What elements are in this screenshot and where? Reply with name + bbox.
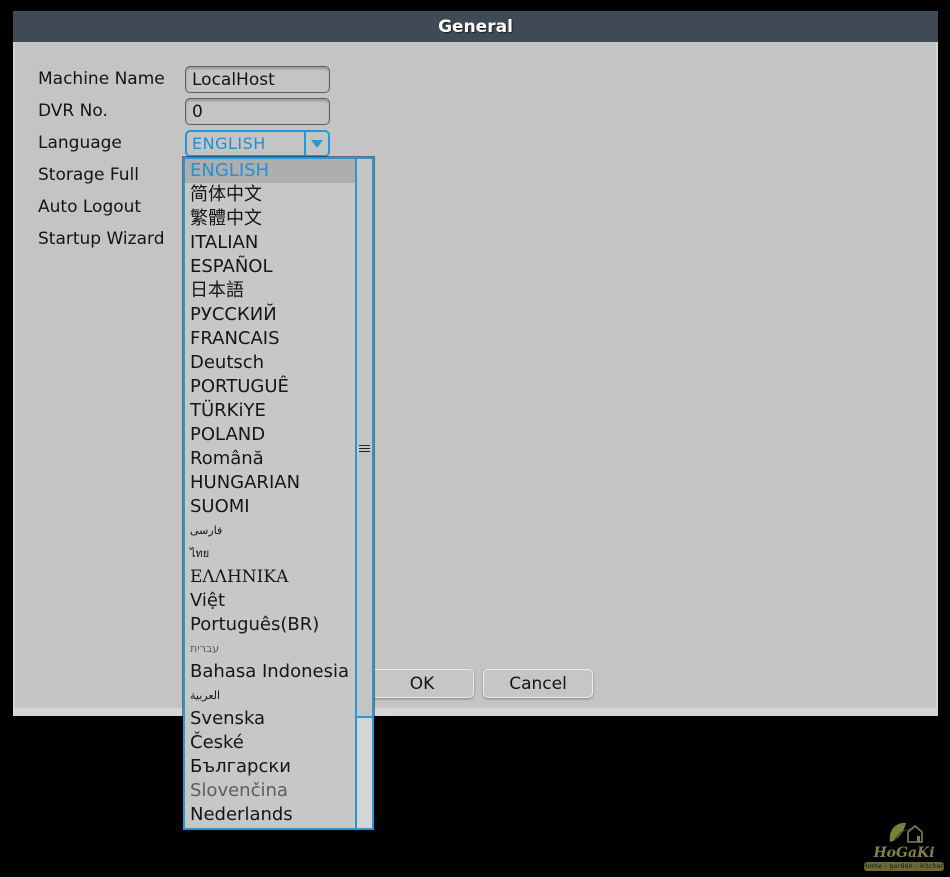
dvr-no-input[interactable] xyxy=(185,98,330,125)
watermark-banner: Home - garden - kitchen xyxy=(864,862,944,871)
language-options: ENGLISH简体中文繁體中文ITALIANESPAÑOL日本語РУССКИЙF… xyxy=(185,159,355,828)
language-option[interactable]: Svenska xyxy=(185,707,355,731)
startup-wizard-label: Startup Wizard xyxy=(38,226,164,253)
dropdown-scrollbar[interactable] xyxy=(355,159,372,828)
dropdown-scrollbar-thumb[interactable] xyxy=(357,159,372,718)
language-option[interactable]: Română xyxy=(185,447,355,471)
language-option[interactable]: HUNGARIAN xyxy=(185,471,355,495)
language-select-value: ENGLISH xyxy=(187,134,304,153)
language-option[interactable]: FRANCAIS xyxy=(185,327,355,351)
dialog-title: General xyxy=(438,17,513,37)
scrollbar-grip-icon xyxy=(359,445,370,452)
language-option[interactable]: ΕΛΛΗΝΙΚΑ xyxy=(185,565,355,589)
storage-full-label: Storage Full xyxy=(38,162,139,189)
language-option[interactable]: TÜRKiYE xyxy=(185,399,355,423)
language-option[interactable]: ไทย xyxy=(185,542,355,565)
language-option[interactable]: 日本語 xyxy=(185,279,355,303)
general-settings-dialog: General Machine Name DVR No. Language St… xyxy=(13,11,938,716)
language-option[interactable]: العربية xyxy=(185,684,355,707)
language-option[interactable]: Português(BR) xyxy=(185,613,355,637)
language-option[interactable]: Nederlands xyxy=(185,803,355,827)
auto-logout-label: Auto Logout xyxy=(38,194,141,221)
machine-name-input[interactable] xyxy=(185,66,330,93)
chevron-down-icon xyxy=(311,140,323,148)
cancel-button[interactable]: Cancel xyxy=(483,669,593,698)
language-option[interactable]: РУССКИЙ xyxy=(185,303,355,327)
language-option[interactable]: 繁體中文 xyxy=(185,207,355,231)
language-option[interactable]: Deutsch xyxy=(185,351,355,375)
language-option[interactable]: ENGLISH xyxy=(185,159,355,183)
language-select[interactable]: ENGLISH xyxy=(185,130,330,157)
language-option[interactable]: POLAND xyxy=(185,423,355,447)
language-option[interactable]: Bahasa Indonesia xyxy=(185,660,355,684)
dialog-titlebar: General xyxy=(13,11,938,42)
language-dropdown-list: ENGLISH简体中文繁體中文ITALIANESPAÑOL日本語РУССКИЙF… xyxy=(183,157,374,830)
language-option[interactable]: ESPAÑOL xyxy=(185,255,355,279)
language-option[interactable]: עברית xyxy=(185,637,355,660)
language-option[interactable]: Български xyxy=(185,755,355,779)
language-option[interactable]: Việt xyxy=(185,589,355,613)
machine-name-label: Machine Name xyxy=(38,66,165,93)
language-option[interactable]: PORTUGUÊ xyxy=(185,375,355,399)
language-option[interactable]: SUOMI xyxy=(185,495,355,519)
language-option[interactable]: فارسی xyxy=(185,519,355,542)
dialog-body: Machine Name DVR No. Language Storage Fu… xyxy=(13,42,938,716)
language-option[interactable]: 简体中文 xyxy=(185,183,355,207)
language-option[interactable]: Slovenčina xyxy=(185,779,355,803)
language-option[interactable]: České xyxy=(185,731,355,755)
watermark-logo: HoGaKi Home - garden - kitchen xyxy=(861,820,947,871)
watermark-name: HoGaKi xyxy=(873,846,934,860)
ok-button[interactable]: OK xyxy=(370,669,474,698)
language-option[interactable]: ITALIAN xyxy=(185,231,355,255)
logo-leaf-icon xyxy=(884,820,924,846)
language-label: Language xyxy=(38,130,122,157)
dvr-no-label: DVR No. xyxy=(38,98,108,125)
watermark-tagline: Home - garden - kitchen xyxy=(863,862,945,871)
language-select-arrow-button[interactable] xyxy=(304,132,328,155)
